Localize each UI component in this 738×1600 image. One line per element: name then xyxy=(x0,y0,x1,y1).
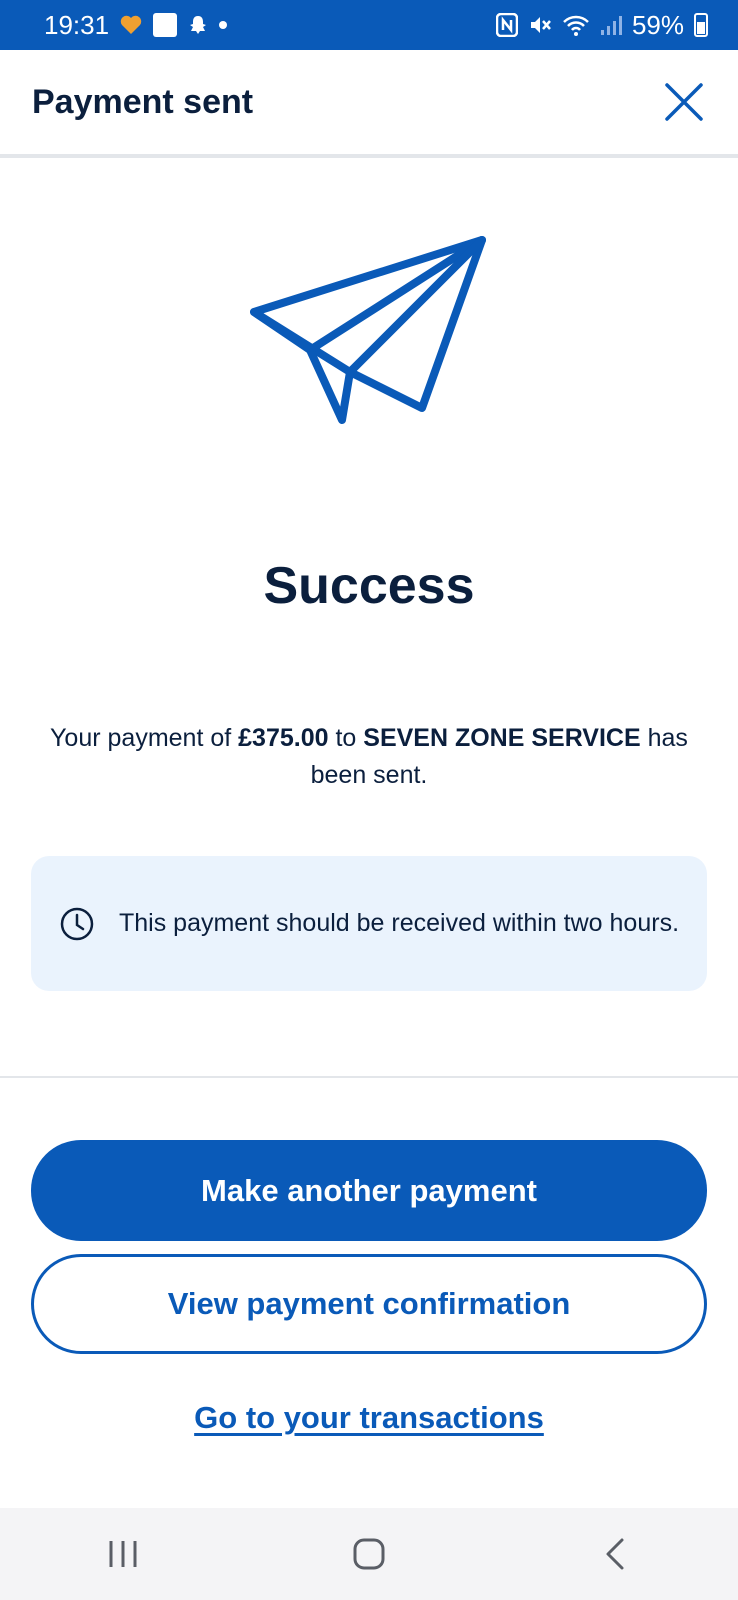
page-title: Payment sent xyxy=(32,82,254,121)
heart-app-icon xyxy=(119,14,143,36)
success-title: Success xyxy=(263,557,475,615)
paper-plane-illustration xyxy=(246,232,486,432)
message-middle: to xyxy=(328,724,364,752)
recents-icon xyxy=(109,1541,137,1567)
status-left: 19:31 xyxy=(44,9,228,41)
battery-icon xyxy=(694,13,708,37)
status-right: 59% xyxy=(495,9,708,41)
wifi-icon xyxy=(562,14,590,36)
view-payment-confirmation-button[interactable]: View payment confirmation xyxy=(31,1254,707,1354)
payment-amount: £375.00 xyxy=(238,724,329,752)
home-button[interactable] xyxy=(339,1524,399,1584)
make-another-payment-button[interactable]: Make another payment xyxy=(31,1140,707,1241)
notification-dot-icon xyxy=(219,21,228,29)
signal-icon xyxy=(600,14,622,36)
divider xyxy=(0,1076,738,1078)
back-button[interactable] xyxy=(585,1524,645,1584)
clock-icon xyxy=(60,907,94,940)
status-bar: 19:31 59% xyxy=(0,0,738,50)
app-header: Payment sent xyxy=(0,50,738,158)
recents-button[interactable] xyxy=(93,1524,153,1584)
info-box: This payment should be received within t… xyxy=(31,856,707,991)
go-to-transactions-link[interactable]: Go to your transactions xyxy=(0,1400,738,1436)
espn-app-icon xyxy=(153,13,178,37)
back-icon xyxy=(606,1538,624,1570)
paper-plane-icon xyxy=(250,236,486,424)
payee-name: SEVEN ZONE SERVICE xyxy=(363,724,641,752)
mute-icon xyxy=(528,13,552,37)
system-nav-bar xyxy=(0,1508,738,1600)
payment-message: Your payment of £375.00 to SEVEN ZONE SE… xyxy=(40,720,698,794)
battery-percent: 59% xyxy=(631,9,684,40)
close-button[interactable] xyxy=(662,80,706,124)
snapchat-icon xyxy=(187,14,209,36)
message-prefix: Your payment of xyxy=(50,724,239,752)
info-text: This payment should be received within t… xyxy=(119,909,680,937)
status-time: 19:31 xyxy=(44,9,110,40)
home-icon xyxy=(353,1538,385,1570)
nfc-icon xyxy=(495,13,518,37)
close-icon xyxy=(665,83,703,121)
